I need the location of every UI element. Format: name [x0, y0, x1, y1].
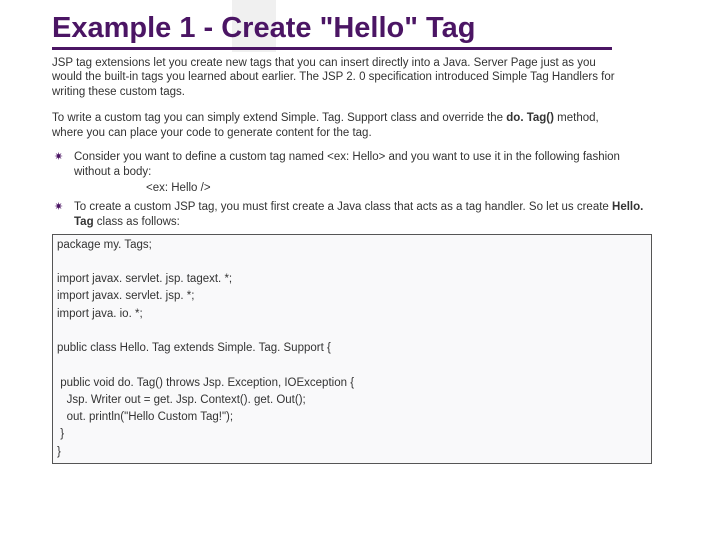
subintro-bold: do. Tag()	[506, 112, 554, 124]
bullet-2: To create a custom JSP tag, you must fir…	[52, 200, 654, 230]
code-block: package my. Tags; import javax. servlet.…	[52, 234, 652, 464]
bullet-2-pre: To create a custom JSP tag, you must fir…	[74, 201, 612, 213]
subintro-pre: To write a custom tag you can simply ext…	[52, 112, 506, 124]
bullet-1-text: Consider you want to define a custom tag…	[74, 151, 620, 178]
bullet-1-sub: <ex: Hello />	[146, 181, 654, 196]
bullet-list: Consider you want to define a custom tag…	[52, 150, 676, 230]
slide-title: Example 1 - Create "Hello" Tag	[52, 12, 612, 50]
subintro-paragraph: To write a custom tag you can simply ext…	[52, 111, 622, 140]
slide: Example 1 - Create "Hello" Tag JSP tag e…	[0, 0, 720, 540]
bullet-1: Consider you want to define a custom tag…	[52, 150, 654, 196]
bullet-2-post: class as follows:	[94, 216, 180, 228]
intro-paragraph: JSP tag extensions let you create new ta…	[52, 56, 622, 99]
